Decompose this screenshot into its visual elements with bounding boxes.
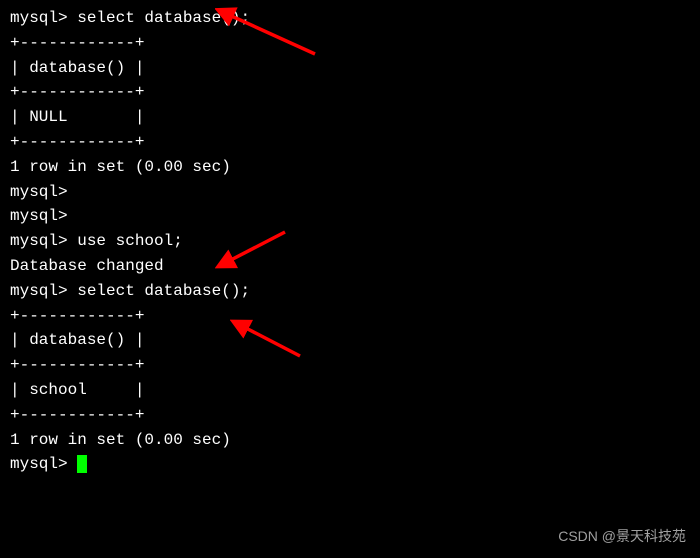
terminal-output: mysql> select database(); +------------+… <box>10 6 690 477</box>
output-line: +------------+ <box>10 304 690 329</box>
output-line: | database() | <box>10 56 690 81</box>
output-line: Database changed <box>10 254 690 279</box>
output-line: +------------+ <box>10 403 690 428</box>
output-line: | database() | <box>10 328 690 353</box>
command-prompt[interactable]: mysql> <box>10 452 690 477</box>
prompt-text: mysql> <box>10 455 77 473</box>
output-line: mysql> <box>10 180 690 205</box>
watermark-text: CSDN @景天科技苑 <box>558 526 686 548</box>
output-line: mysql> <box>10 204 690 229</box>
output-line: mysql> select database(); <box>10 6 690 31</box>
output-line: 1 row in set (0.00 sec) <box>10 155 690 180</box>
output-line: mysql> use school; <box>10 229 690 254</box>
output-line: 1 row in set (0.00 sec) <box>10 428 690 453</box>
output-line: | NULL | <box>10 105 690 130</box>
cursor-icon <box>77 455 87 473</box>
output-line: +------------+ <box>10 31 690 56</box>
output-line: +------------+ <box>10 353 690 378</box>
output-line: +------------+ <box>10 130 690 155</box>
output-line: | school | <box>10 378 690 403</box>
output-line: mysql> select database(); <box>10 279 690 304</box>
output-line: +------------+ <box>10 80 690 105</box>
